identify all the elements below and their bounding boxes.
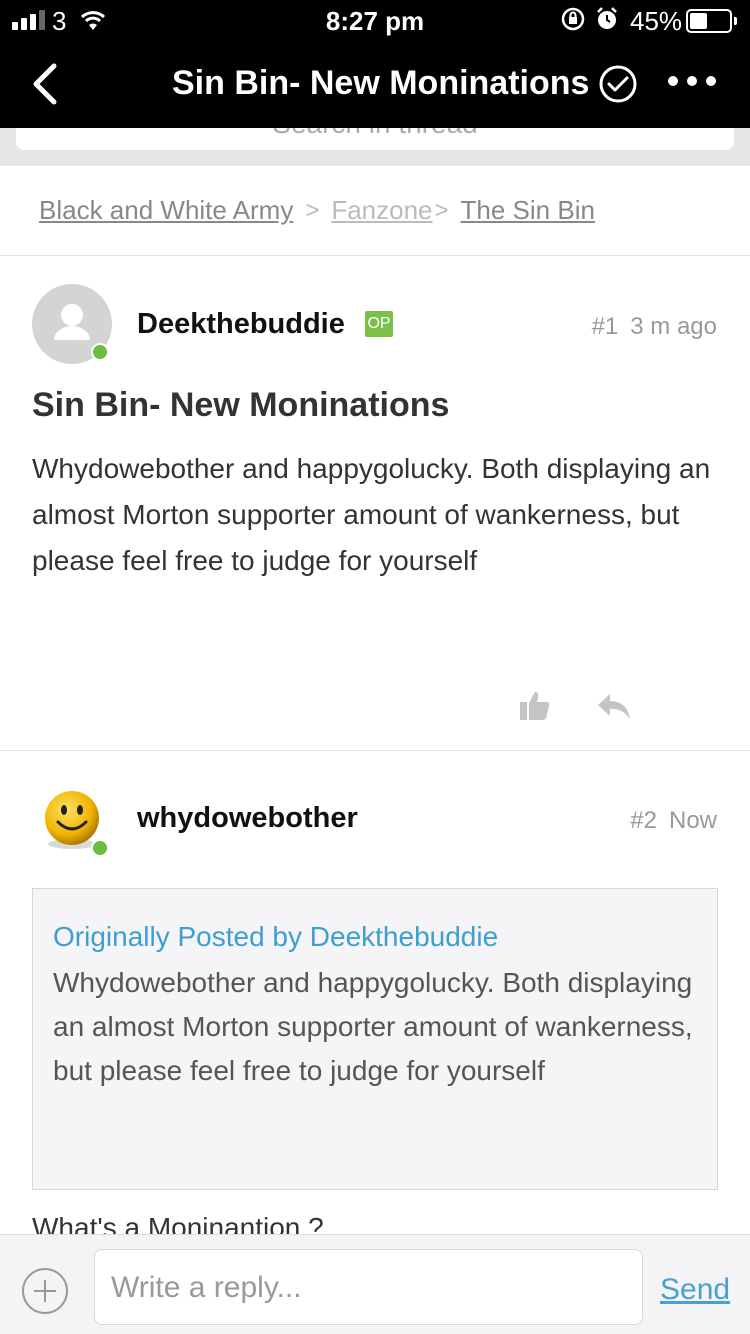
status-bar: 3 8:27 pm 45%: [0, 0, 750, 42]
post-body: Whydowebother and happygolucky. Both dis…: [32, 453, 711, 576]
back-icon[interactable]: [28, 62, 68, 106]
post-number: #1: [591, 313, 619, 340]
search-placeholder: Search in thread: [272, 128, 477, 139]
thumbs-up-icon[interactable]: [518, 690, 552, 722]
alarm-icon: [594, 6, 620, 39]
check-circle-icon[interactable]: [598, 64, 638, 104]
battery-percent: 45%: [630, 6, 683, 36]
online-indicator: [91, 839, 109, 857]
quote-attribution[interactable]: Originally Posted by Deekthebuddie: [53, 917, 697, 957]
chevron-right-icon: >: [305, 196, 320, 224]
post-username[interactable]: Deekthebuddie: [137, 308, 345, 341]
quote-text: Whydowebother and happygolucky. Both dis…: [53, 967, 693, 1086]
add-attachment-icon[interactable]: [22, 1268, 68, 1314]
more-options-icon[interactable]: [668, 76, 716, 86]
breadcrumb: Black and White Army > Fanzone > The Sin…: [0, 166, 750, 256]
nav-bar: Sin Bin- New Moninations: [0, 42, 750, 128]
quote-box: Originally Posted by Deekthebuddie Whydo…: [32, 888, 718, 1190]
online-indicator: [91, 343, 109, 361]
breadcrumb-item-black-and-white-army[interactable]: Black and White Army: [39, 195, 293, 226]
breadcrumb-item-the-sin-bin[interactable]: The Sin Bin: [461, 195, 595, 226]
chevron-right-icon: >: [434, 196, 449, 224]
page-title: Sin Bin- New Moninations: [172, 64, 590, 102]
post-actions: [0, 690, 750, 726]
post-number: #2: [630, 807, 657, 834]
post-meta: #2 Now: [630, 807, 717, 835]
avatar[interactable]: [32, 284, 112, 364]
post-time: 3 m ago: [630, 313, 717, 340]
post-time: Now: [668, 807, 717, 834]
post-divider: [0, 750, 750, 751]
battery-icon: [686, 9, 737, 33]
send-button[interactable]: Send: [660, 1273, 730, 1307]
post-username[interactable]: whydowebother: [137, 802, 358, 835]
reply-input[interactable]: Write a reply...: [94, 1249, 643, 1325]
screen: 3 8:27 pm 45% Sin Bin- New Moninations S…: [0, 0, 750, 1334]
avatar[interactable]: [32, 780, 112, 860]
search-input[interactable]: Search in thread: [16, 128, 734, 150]
reply-placeholder: Write a reply...: [111, 1271, 302, 1304]
breadcrumb-item-fanzone[interactable]: Fanzone: [331, 195, 432, 226]
reply-bar: Write a reply... Send: [0, 1234, 750, 1334]
reply-icon[interactable]: [596, 692, 632, 720]
post-title: Sin Bin- New Moninations: [32, 386, 450, 424]
op-badge: OP: [365, 311, 393, 337]
rotation-lock-icon: [560, 6, 586, 39]
search-strip: Search in thread: [0, 128, 750, 166]
post-meta: #1 3 m ago: [592, 313, 717, 341]
